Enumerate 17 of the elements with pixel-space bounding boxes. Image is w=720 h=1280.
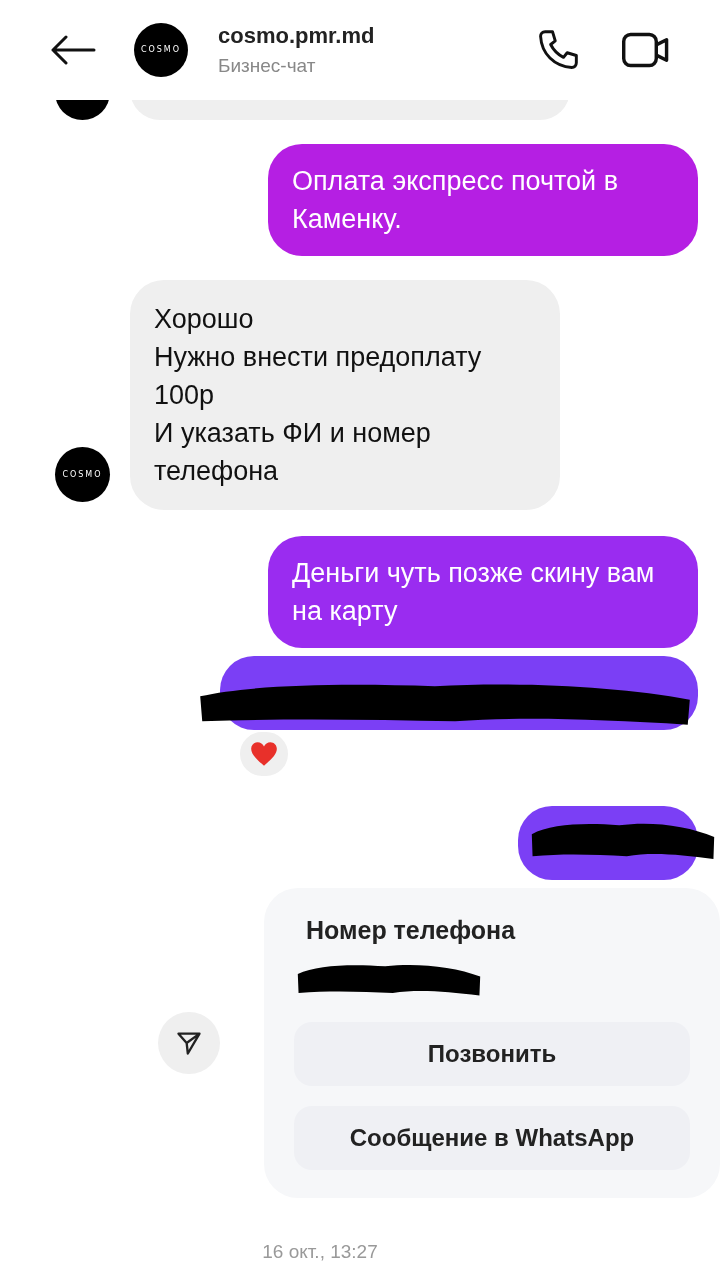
logo-text: COSMO: [140, 44, 182, 56]
chat-subtitle: Бизнес-чат: [218, 54, 317, 79]
sent-message: Оплата экспресс почтой в Каменку.: [268, 144, 698, 256]
back-arrow-icon[interactable]: [50, 35, 96, 65]
action-button[interactable]: Сообщение в WhatsApp: [294, 1105, 690, 1170]
timestamp: 16 окт., 13:27: [262, 1239, 378, 1264]
heart-icon: [250, 741, 278, 767]
video-camera-icon[interactable]: [622, 30, 670, 70]
action-button[interactable]: Позвонить: [294, 1021, 690, 1086]
chat-title: cosmo.pmr.md: [218, 22, 375, 51]
message-line: И указать ФИ и номер телефона: [154, 417, 432, 488]
contact-title: Номер телефона: [305, 915, 517, 946]
message-line: Нужно внести предоплату 100р: [154, 341, 483, 412]
sent-message: Деньги чуть позже скину вам на карту: [268, 536, 698, 648]
phone-icon[interactable]: [536, 28, 580, 72]
logo-text: COSMO: [62, 468, 103, 481]
message-line: Хорошо: [154, 303, 255, 336]
